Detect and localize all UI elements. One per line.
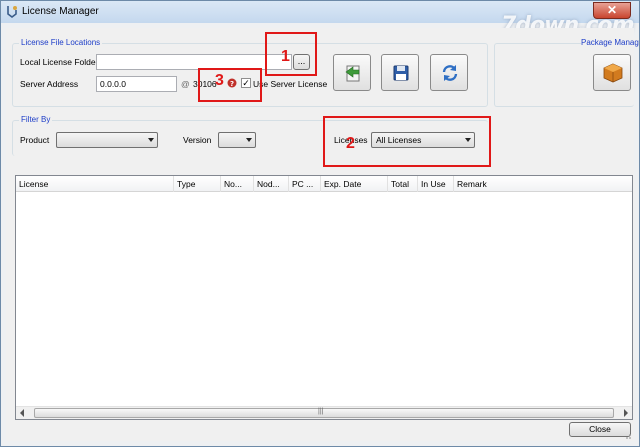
license-table[interactable]: License Type No... Nod... PC ... Exp. Da… [15,175,633,420]
scrollbar-thumb[interactable]: ||| [34,408,614,418]
resize-grip-icon[interactable] [623,431,632,440]
app-icon [7,6,17,18]
column-header-total[interactable]: Total [388,176,418,192]
column-header-type[interactable]: Type [174,176,221,192]
scrollbar-grip: ||| [318,408,324,415]
close-button[interactable]: Close [569,422,631,437]
annotation-box-1 [265,32,317,76]
chevron-down-icon [148,138,154,142]
save-icon [393,65,409,81]
column-header-remark[interactable]: Remark [454,176,632,192]
server-address-input[interactable]: 0.0.0.0 [96,76,177,92]
use-server-license-label: Use Server License [253,79,328,89]
package-icon [603,63,623,83]
product-select[interactable] [56,132,158,148]
annotation-number-2: 2 [346,135,355,152]
refresh-button[interactable] [430,54,468,91]
scroll-left-icon[interactable] [20,409,24,417]
chevron-down-icon [246,138,252,142]
column-header-exp-date[interactable]: Exp. Date [321,176,388,192]
column-header-in-use[interactable]: In Use [418,176,454,192]
refresh-icon [442,65,458,81]
package-manager-button[interactable] [593,54,631,91]
import-button[interactable] [333,54,371,91]
window-close-button[interactable]: ✕ [593,2,631,19]
column-header-nodes[interactable]: Nod... [254,176,289,192]
import-icon [345,65,360,82]
annotation-number-3: 3 [215,72,224,89]
product-label: Product [20,135,50,145]
horizontal-scrollbar[interactable]: ||| [16,406,632,419]
column-header-license[interactable]: License [16,176,174,192]
license-locations-title: License File Locations [19,38,103,47]
column-header-no[interactable]: No... [221,176,254,192]
local-folder-input[interactable] [96,54,292,70]
client-area: License File Locations Local License Fol… [6,28,639,441]
title-bar[interactable]: License Manager 7down.com ✕ [1,1,639,38]
at-symbol: @ [181,79,190,89]
table-header: License Type No... Nod... PC ... Exp. Da… [16,176,632,192]
save-button[interactable] [381,54,419,91]
filter-title: Filter By [19,115,53,124]
version-label: Version [183,135,212,145]
license-manager-window: License Manager 7down.com ✕ License File… [0,0,640,447]
annotation-box-3 [198,68,262,102]
scroll-right-icon[interactable] [624,409,628,417]
server-address-label: Server Address [20,79,79,89]
column-header-pc[interactable]: PC ... [289,176,321,192]
package-manager-label: Package Manag [581,38,639,47]
window-title: License Manager [22,6,99,17]
version-select[interactable] [218,132,256,148]
annotation-number-1: 1 [281,48,290,65]
local-folder-label: Local License Folder [20,57,99,67]
